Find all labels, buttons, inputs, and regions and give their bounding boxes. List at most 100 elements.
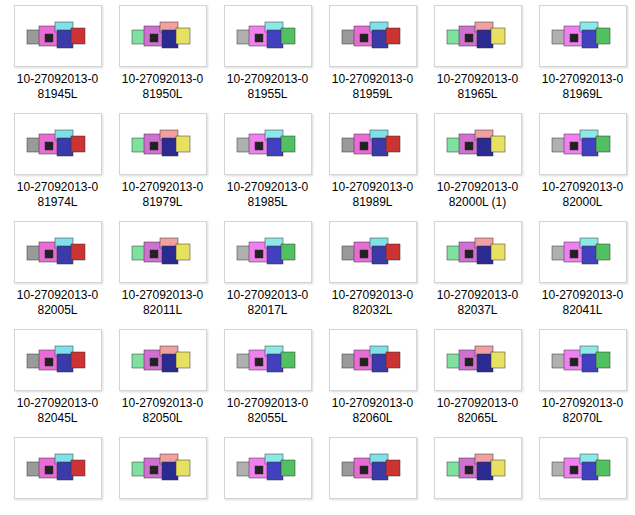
file-name-line: 81965L bbox=[437, 87, 518, 102]
thumbnail[interactable] bbox=[329, 221, 417, 283]
thumbnail[interactable] bbox=[539, 437, 627, 499]
file-label: 10-27092013-081979L bbox=[122, 180, 203, 210]
thumbnail[interactable] bbox=[14, 5, 102, 67]
file-label: 10-27092013-081945L bbox=[17, 72, 98, 102]
thumbnail[interactable] bbox=[434, 5, 522, 67]
file-item[interactable]: 10-27092013-081945L bbox=[5, 5, 110, 113]
file-item[interactable]: 10-27092013-081955L bbox=[215, 5, 320, 113]
file-item[interactable]: 10-27092013-082055L bbox=[215, 329, 320, 437]
thumbnail[interactable] bbox=[539, 329, 627, 391]
thumbnail[interactable] bbox=[224, 221, 312, 283]
file-name-line: 10-27092013-0 bbox=[17, 288, 98, 303]
file-name-line: 81955L bbox=[227, 87, 308, 102]
thumbnail[interactable] bbox=[119, 113, 207, 175]
file-item[interactable]: 10-27092013-082032L bbox=[320, 221, 425, 329]
connector-icon bbox=[233, 16, 303, 56]
thumbnail[interactable] bbox=[119, 437, 207, 499]
connector-icon bbox=[23, 232, 93, 272]
file-item[interactable]: 10-27092013-082045L bbox=[5, 329, 110, 437]
thumbnail[interactable] bbox=[119, 329, 207, 391]
file-label: 10-27092013-082032L bbox=[332, 288, 413, 318]
file-name-line: 10-27092013-0 bbox=[332, 396, 413, 411]
file-item[interactable]: 10-27092013-082070L bbox=[530, 329, 635, 437]
file-name-line: 10-27092013-0 bbox=[227, 72, 308, 87]
file-item[interactable] bbox=[215, 437, 320, 515]
thumbnail[interactable] bbox=[329, 329, 417, 391]
thumbnail[interactable] bbox=[329, 437, 417, 499]
file-item[interactable]: 10-27092013-082065L bbox=[425, 329, 530, 437]
connector-icon bbox=[443, 16, 513, 56]
connector-icon bbox=[233, 340, 303, 380]
file-name-line: 81950L bbox=[122, 87, 203, 102]
connector-icon bbox=[548, 16, 618, 56]
file-name-line: 82000L bbox=[542, 195, 623, 210]
file-name-line: 10-27092013-0 bbox=[227, 180, 308, 195]
file-label: 10-27092013-082065L bbox=[437, 396, 518, 426]
connector-icon bbox=[338, 124, 408, 164]
connector-icon bbox=[233, 448, 303, 488]
file-item[interactable]: 10-27092013-082000L (1) bbox=[425, 113, 530, 221]
file-name-line: 81969L bbox=[542, 87, 623, 102]
file-item[interactable]: 10-27092013-082037L bbox=[425, 221, 530, 329]
file-item[interactable]: 10-27092013-082000L bbox=[530, 113, 635, 221]
file-label: 10-27092013-082000L bbox=[542, 180, 623, 210]
file-label: 10-27092013-082045L bbox=[17, 396, 98, 426]
file-item[interactable]: 10-27092013-081979L bbox=[110, 113, 215, 221]
file-name-line: 81974L bbox=[17, 195, 98, 210]
thumbnail[interactable] bbox=[434, 329, 522, 391]
thumbnail[interactable] bbox=[224, 113, 312, 175]
thumbnail[interactable] bbox=[329, 5, 417, 67]
file-item[interactable]: 10-27092013-082060L bbox=[320, 329, 425, 437]
file-label: 10-27092013-081955L bbox=[227, 72, 308, 102]
file-label: 10-27092013-082041L bbox=[542, 288, 623, 318]
connector-icon bbox=[23, 448, 93, 488]
thumbnail[interactable] bbox=[224, 329, 312, 391]
connector-icon bbox=[233, 232, 303, 272]
file-item[interactable]: 10-27092013-082041L bbox=[530, 221, 635, 329]
thumbnail[interactable] bbox=[539, 221, 627, 283]
thumbnail[interactable] bbox=[434, 113, 522, 175]
thumbnail[interactable] bbox=[224, 437, 312, 499]
file-item[interactable]: 10-27092013-082017L bbox=[215, 221, 320, 329]
file-item[interactable]: 10-27092013-082011L bbox=[110, 221, 215, 329]
thumbnail[interactable] bbox=[539, 5, 627, 67]
thumbnail[interactable] bbox=[434, 221, 522, 283]
thumbnail[interactable] bbox=[434, 437, 522, 499]
file-label: 10-27092013-082017L bbox=[227, 288, 308, 318]
thumbnail[interactable] bbox=[224, 5, 312, 67]
thumbnail[interactable] bbox=[329, 113, 417, 175]
thumbnail[interactable] bbox=[14, 329, 102, 391]
file-item[interactable] bbox=[5, 437, 110, 515]
file-item[interactable]: 10-27092013-081985L bbox=[215, 113, 320, 221]
thumbnail[interactable] bbox=[119, 221, 207, 283]
file-name-line: 10-27092013-0 bbox=[437, 72, 518, 87]
thumbnail[interactable] bbox=[119, 5, 207, 67]
file-item[interactable] bbox=[530, 437, 635, 515]
file-item[interactable]: 10-27092013-081965L bbox=[425, 5, 530, 113]
thumbnail[interactable] bbox=[539, 113, 627, 175]
thumbnail[interactable] bbox=[14, 437, 102, 499]
file-item[interactable]: 10-27092013-081974L bbox=[5, 113, 110, 221]
file-name-line: 82050L bbox=[122, 411, 203, 426]
thumbnail[interactable] bbox=[14, 113, 102, 175]
file-item[interactable]: 10-27092013-081950L bbox=[110, 5, 215, 113]
file-name-line: 82017L bbox=[227, 303, 308, 318]
file-name-line: 10-27092013-0 bbox=[17, 396, 98, 411]
connector-icon bbox=[548, 124, 618, 164]
connector-icon bbox=[443, 124, 513, 164]
connector-icon bbox=[128, 232, 198, 272]
file-label: 10-27092013-082011L bbox=[122, 288, 203, 318]
connector-icon bbox=[23, 16, 93, 56]
file-item[interactable]: 10-27092013-082005L bbox=[5, 221, 110, 329]
file-name-line: 10-27092013-0 bbox=[542, 72, 623, 87]
file-label: 10-27092013-081969L bbox=[542, 72, 623, 102]
file-item[interactable]: 10-27092013-082050L bbox=[110, 329, 215, 437]
file-item[interactable] bbox=[320, 437, 425, 515]
file-item[interactable] bbox=[110, 437, 215, 515]
file-item[interactable]: 10-27092013-081989L bbox=[320, 113, 425, 221]
thumbnail[interactable] bbox=[14, 221, 102, 283]
file-item[interactable]: 10-27092013-081959L bbox=[320, 5, 425, 113]
file-item[interactable] bbox=[425, 437, 530, 515]
connector-icon bbox=[338, 232, 408, 272]
file-item[interactable]: 10-27092013-081969L bbox=[530, 5, 635, 113]
